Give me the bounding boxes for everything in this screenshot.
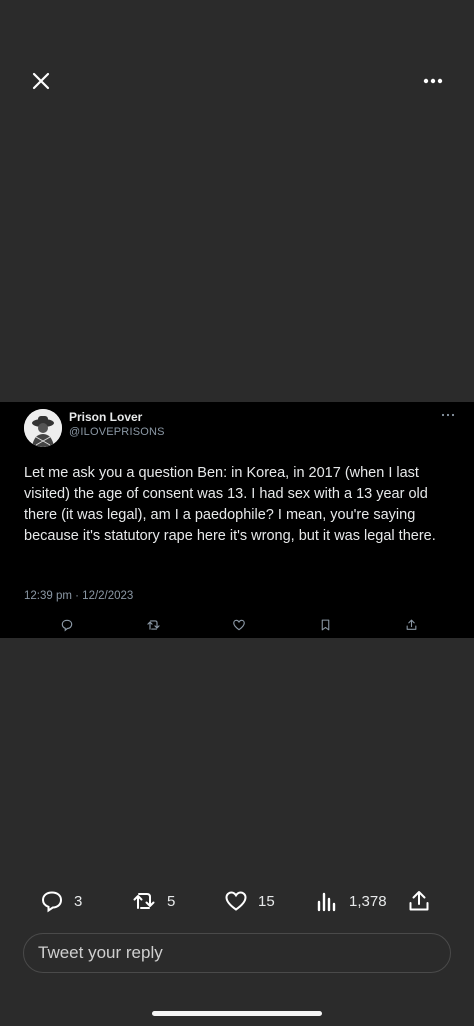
like-count: 15 [258, 892, 275, 910]
tweet-author-name: Prison Lover [69, 410, 143, 424]
views-count: 1,378 [349, 892, 387, 910]
close-icon [32, 72, 50, 90]
share-button[interactable] [407, 888, 431, 914]
like-button[interactable]: 15 [224, 888, 275, 914]
avatar [24, 409, 62, 447]
tweet-more-icon [441, 413, 455, 417]
tweet-action-bar [0, 614, 474, 634]
engagement-bar: 3 5 15 1,378 [0, 884, 474, 918]
tweet-image[interactable]: Prison Lover @ILOVEPRISONS Let me ask yo… [0, 402, 474, 638]
share-icon [409, 891, 429, 911]
home-indicator[interactable] [152, 1011, 322, 1016]
tweet-retweet-icon [145, 617, 161, 633]
close-button[interactable] [24, 64, 58, 98]
retweet-icon [133, 893, 155, 909]
reply-count: 3 [74, 892, 83, 910]
more-options-button[interactable] [414, 64, 452, 98]
tweet-reply-icon [59, 617, 75, 633]
views-icon [317, 892, 336, 912]
tweet-author-handle: @ILOVEPRISONS [69, 426, 165, 438]
views-button[interactable]: 1,378 [317, 888, 387, 914]
tweet-text: Let me ask you a question Ben: in Korea,… [24, 465, 436, 544]
retweet-count: 5 [167, 892, 176, 910]
reply-button[interactable]: 3 [40, 888, 82, 914]
tweet-bookmark-icon [317, 617, 333, 633]
reply-icon [41, 891, 63, 913]
more-horizontal-icon [423, 78, 443, 84]
tweet-timestamp: 12:39 pm · 12/2/2023 [24, 590, 134, 602]
retweet-button[interactable]: 5 [131, 888, 175, 914]
like-icon [225, 891, 247, 911]
reply-input[interactable] [38, 943, 450, 963]
tweet-share-icon [403, 617, 419, 633]
tweet-like-icon [231, 617, 247, 633]
reply-input-container[interactable] [23, 933, 451, 973]
